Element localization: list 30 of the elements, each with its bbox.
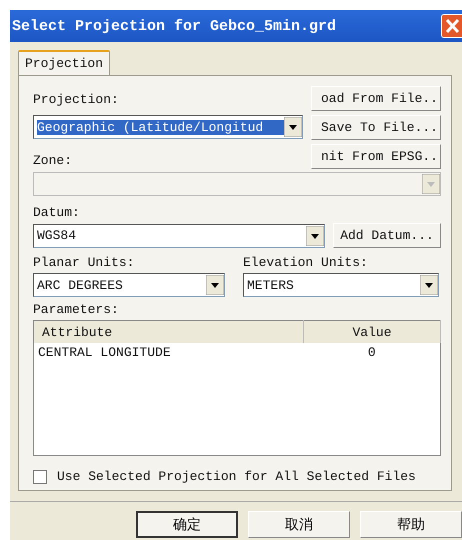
dialog-button[interactable]: 帮助: [360, 511, 462, 538]
field-label: Projection:: [33, 92, 120, 107]
checkbox-label[interactable]: Use Selected Projection for All Selected Files: [57, 469, 416, 484]
dropdown[interactable]: ARC DEGREES: [33, 273, 225, 297]
dropdown-arrow-icon[interactable]: [284, 117, 302, 137]
field-label: Datum:: [33, 205, 81, 220]
dropdown-arrow-icon[interactable]: [420, 275, 438, 295]
add-datum-button[interactable]: Add Datum...: [333, 223, 441, 248]
field-label: Parameters:: [33, 302, 120, 317]
tab[interactable]: Projection: [18, 50, 110, 75]
dropdown-arrow-icon[interactable]: [206, 275, 224, 295]
close-icon[interactable]: [441, 14, 462, 38]
column-header[interactable]: Value: [304, 320, 440, 343]
field-label: Planar Units:: [33, 255, 136, 270]
table-cell: 0: [304, 343, 440, 363]
checkbox[interactable]: [33, 470, 47, 484]
dropdown[interactable]: Geographic (Latitude/Longitud: [33, 115, 303, 139]
file-button[interactable]: nit From EPSG..: [311, 144, 441, 169]
field-label: Zone:: [33, 153, 74, 168]
dropdown-arrow-icon[interactable]: [306, 226, 324, 246]
dropdown[interactable]: METERS: [243, 273, 439, 297]
dialog-button[interactable]: 取消: [248, 511, 350, 538]
file-button[interactable]: Save To File...: [311, 115, 441, 140]
dialog-button[interactable]: 确定: [136, 511, 238, 538]
file-button[interactable]: oad From File..: [311, 86, 441, 111]
window-title: Select Projection for Gebco_5min.grd: [11, 18, 336, 34]
table-cell: CENTRAL LONGITUDE: [34, 343, 304, 363]
column-header[interactable]: Attribute: [34, 320, 304, 343]
dropdown[interactable]: WGS84: [33, 224, 325, 248]
field-label: Elevation Units:: [243, 255, 369, 270]
